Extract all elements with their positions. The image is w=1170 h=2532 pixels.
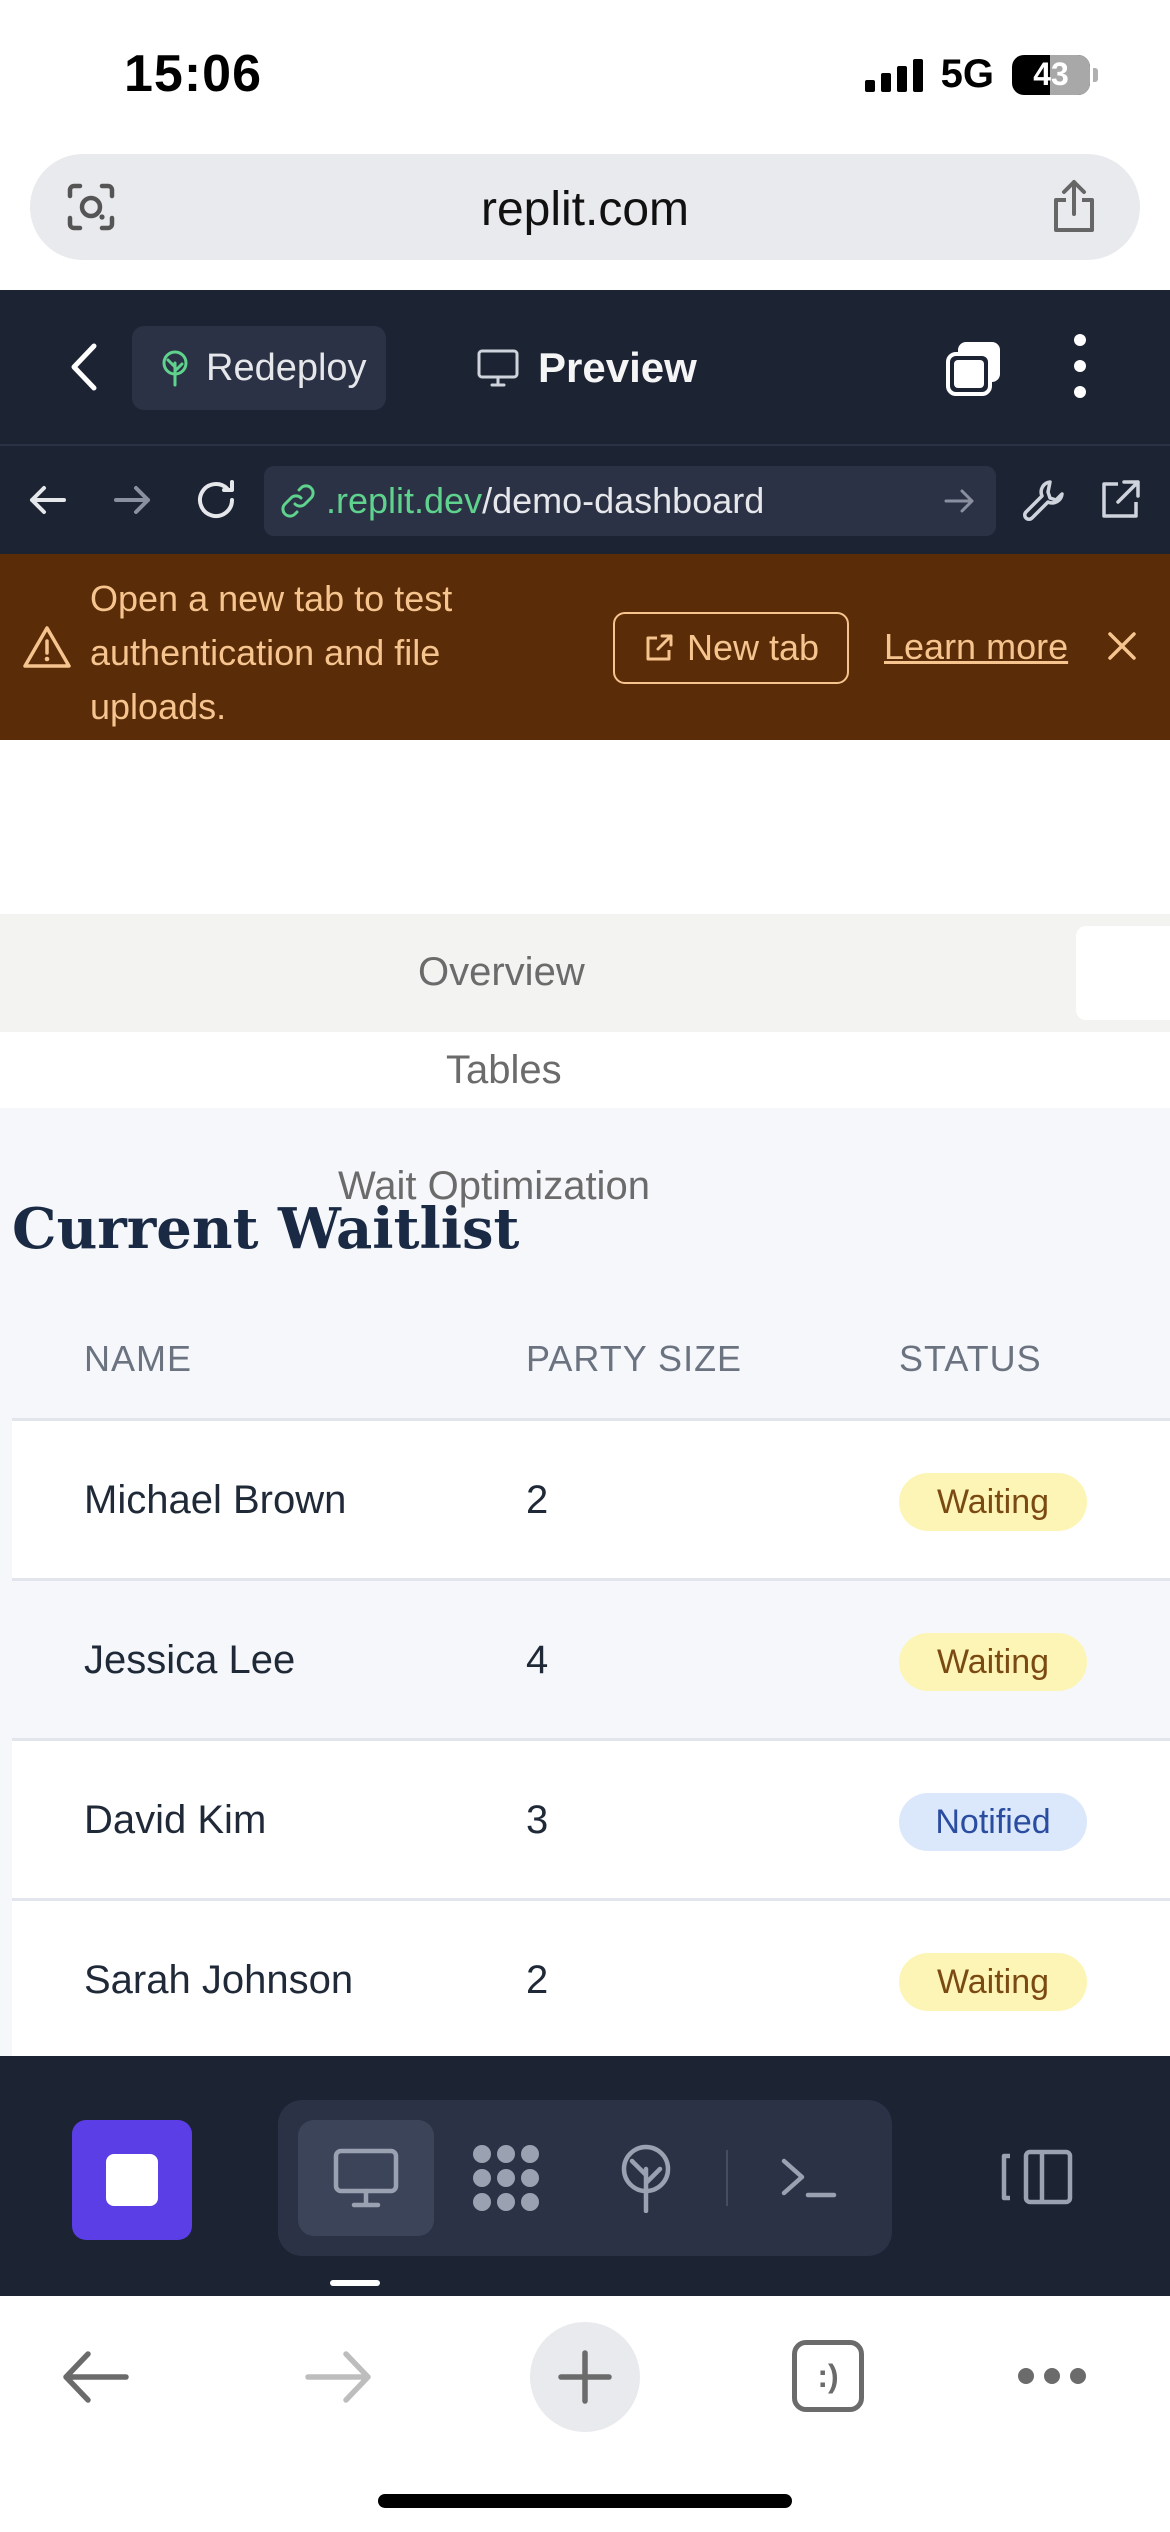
monitor-icon: [333, 2148, 399, 2208]
column-header-party-size[interactable]: PARTY SIZE: [526, 1300, 742, 1418]
share-icon[interactable]: [1048, 178, 1100, 234]
stop-icon: [106, 2154, 158, 2206]
external-link-icon: [646, 634, 673, 661]
row-party-size: 2: [526, 1958, 549, 2002]
close-icon[interactable]: [1102, 626, 1142, 666]
browser-address-bar[interactable]: replit.com: [30, 154, 1140, 260]
status-bar: 15:06 5G 43: [0, 0, 1170, 150]
webview-url-field[interactable]: .replit.dev/demo-dashboard: [264, 466, 996, 536]
arrow-forward-icon[interactable]: [108, 476, 156, 524]
status-badge: Notified: [899, 1793, 1087, 1851]
row-party-size: 4: [526, 1638, 549, 1682]
tabs-icon[interactable]: [944, 340, 1004, 398]
tool-apps[interactable]: [438, 2120, 574, 2236]
status-time: 15:06: [124, 45, 262, 103]
status-badge: Waiting: [899, 1953, 1087, 2011]
tool-deploy[interactable]: [578, 2120, 714, 2236]
redeploy-label: Redeploy: [206, 346, 367, 389]
tab-tables-label: Tables: [446, 1048, 562, 1092]
apps-grid-icon: [473, 2145, 539, 2211]
monitor-icon: [477, 349, 519, 387]
deploy-tree-icon: [162, 350, 188, 387]
preview-tab[interactable]: Preview: [476, 332, 697, 404]
status-indicators: 5G 43: [864, 52, 1098, 97]
tab-overview-label: Overview: [418, 950, 585, 994]
reload-icon[interactable]: [192, 476, 240, 524]
deploy-icon: [621, 2144, 671, 2213]
safari-bottom-toolbar: :): [0, 2296, 1170, 2532]
table-row[interactable]: David Kim 3 Notified: [12, 1738, 1170, 1898]
kebab-menu-icon[interactable]: [1068, 334, 1092, 398]
app-content: Overview Tables Wait Optimization Curren…: [0, 740, 1170, 2056]
warning-triangle-icon: [23, 626, 71, 668]
plus-icon: [558, 2350, 612, 2404]
learn-more-link[interactable]: Learn more: [884, 626, 1068, 668]
tab-overview[interactable]: Overview: [0, 914, 1170, 1032]
tab-tables[interactable]: Tables: [0, 1032, 1170, 1108]
row-name: Jessica Lee: [84, 1638, 296, 1682]
page-title: Current Waitlist: [12, 1196, 520, 1262]
battery-level: 43: [1033, 56, 1069, 92]
arrow-right-icon[interactable]: [942, 484, 976, 518]
column-header-name[interactable]: NAME: [84, 1300, 192, 1418]
active-indicator: [330, 2280, 380, 2286]
redeploy-button[interactable]: Redeploy: [132, 326, 386, 410]
new-tab-plus-button[interactable]: [530, 2322, 640, 2432]
tool-shell[interactable]: [740, 2120, 876, 2236]
auth-warning-banner: Open a new tab to test authentication an…: [0, 554, 1170, 740]
chevron-left-icon[interactable]: [62, 340, 106, 394]
wrench-icon[interactable]: [1020, 476, 1068, 524]
browser-url[interactable]: replit.com: [30, 182, 1140, 237]
terminal-icon: [781, 2158, 837, 2198]
link-icon: [281, 484, 315, 518]
more-icon[interactable]: [1016, 2364, 1088, 2388]
tabs-overview-button[interactable]: :): [792, 2340, 864, 2412]
arrow-back-icon[interactable]: [24, 476, 72, 524]
preview-label: Preview: [538, 344, 697, 391]
arrow-back-icon[interactable]: [58, 2346, 132, 2408]
row-name: Michael Brown: [84, 1478, 347, 1522]
panel-toggle-icon[interactable]: [1000, 2148, 1076, 2206]
status-badge: Waiting: [899, 1473, 1087, 1531]
stop-button[interactable]: [72, 2120, 192, 2240]
row-party-size: 2: [526, 1478, 549, 1522]
table-row[interactable]: Michael Brown 2 Waiting: [12, 1418, 1170, 1578]
signal-bars-icon: [864, 58, 923, 92]
row-name: Sarah Johnson: [84, 1958, 354, 2002]
battery-icon: 43: [1012, 54, 1098, 95]
row-party-size: 3: [526, 1798, 549, 1842]
app-header-strip: [0, 740, 1170, 816]
network-type: 5G: [940, 52, 994, 96]
row-name: David Kim: [84, 1798, 267, 1842]
home-indicator: [378, 2494, 792, 2508]
webview-toolbar: .replit.dev/demo-dashboard: [0, 444, 1170, 554]
new-tab-label: New tab: [686, 627, 820, 668]
external-link-icon[interactable]: [1096, 476, 1144, 524]
webview-url-domain: .replit.dev: [326, 480, 483, 521]
nav-card: [1076, 926, 1170, 1020]
tabs-count-label: :): [817, 2357, 839, 2394]
status-badge: Waiting: [899, 1633, 1087, 1691]
column-header-status[interactable]: STATUS: [899, 1300, 1042, 1418]
webview-url-path: /demo-dashboard: [482, 480, 765, 521]
tool-preview[interactable]: [298, 2120, 434, 2236]
replit-bottom-bar: [0, 2056, 1170, 2296]
banner-message: Open a new tab to test authentication an…: [90, 578, 453, 727]
tool-switcher: [278, 2100, 892, 2256]
replit-header: Redeploy Preview: [0, 290, 1170, 444]
table-row[interactable]: Sarah Johnson 2 Waiting: [12, 1898, 1170, 2056]
arrow-forward-icon[interactable]: [302, 2346, 376, 2408]
table-row[interactable]: Jessica Lee 4 Waiting: [12, 1578, 1170, 1738]
new-tab-button[interactable]: New tab: [613, 612, 849, 684]
